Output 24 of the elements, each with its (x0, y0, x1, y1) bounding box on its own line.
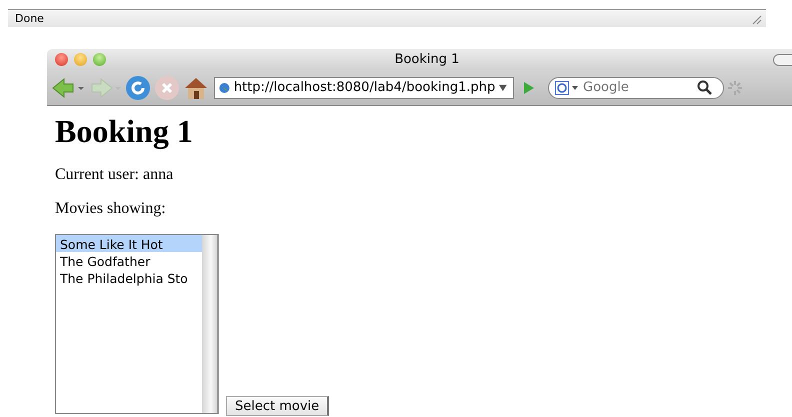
movie-option[interactable]: The Godfather (56, 252, 202, 269)
dropdown-arrow-icon[interactable] (499, 84, 507, 92)
reload-icon[interactable] (125, 74, 151, 100)
page-heading: Booking 1 (55, 113, 194, 150)
movie-list[interactable]: Some Like It Hot The Godfather The Philadelphia Sto (55, 234, 219, 414)
zoom-button[interactable] (93, 53, 106, 66)
search-icon[interactable] (697, 80, 713, 96)
close-button[interactable] (55, 53, 68, 66)
spinner-icon (727, 80, 743, 96)
movies-label: Movies showing: (55, 200, 167, 218)
movie-option[interactable]: The Philadelphia Sto (56, 269, 202, 286)
window-title: Booking 1 (394, 52, 460, 67)
search-input[interactable]: Google (579, 80, 697, 95)
search-engine-icon[interactable] (555, 80, 579, 94)
select-movie-button[interactable]: Select movie (226, 396, 330, 416)
address-field[interactable]: http://localhost:8080/lab4/booking1.php (214, 76, 514, 98)
current-user-text: Current user: anna (55, 166, 174, 184)
status-text: Done (15, 12, 44, 25)
scrollbar[interactable] (202, 235, 217, 413)
back-arrow-icon[interactable] (51, 76, 85, 100)
resize-grip-icon (750, 12, 762, 24)
search-field[interactable]: Google (548, 76, 724, 98)
globe-icon (219, 80, 230, 94)
movie-option[interactable]: Some Like It Hot (56, 235, 202, 252)
